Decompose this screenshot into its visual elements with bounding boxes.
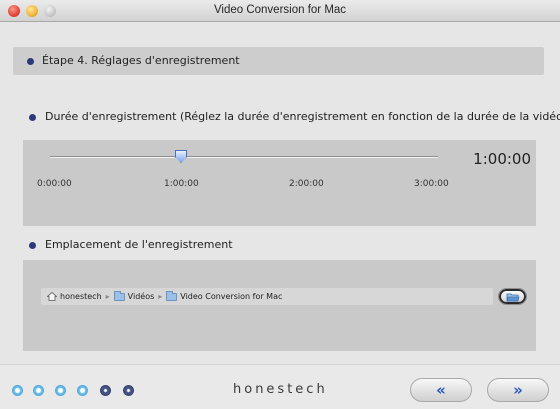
- duration-value: 1:00:00: [473, 150, 531, 168]
- path-separator: ▸: [158, 292, 163, 301]
- title-bar: Video Conversion for Mac: [0, 0, 560, 22]
- browse-button[interactable]: [498, 288, 527, 305]
- path-separator: ▸: [105, 292, 110, 301]
- back-button[interactable]: «: [410, 378, 472, 402]
- next-button[interactable]: »: [487, 378, 549, 402]
- bullet-icon: [29, 242, 36, 249]
- folder-icon: [166, 290, 178, 301]
- progress-step-dot: [55, 385, 66, 396]
- path-crumb-label: honestech: [60, 292, 102, 301]
- progress-step-dot: [12, 385, 23, 396]
- app-window: Video Conversion for Mac Étape 4. Réglag…: [0, 0, 560, 409]
- tick-label: 2:00:00: [289, 179, 324, 189]
- path-crumb-app[interactable]: Video Conversion for Mac: [166, 290, 283, 301]
- tick-label: 0:00:00: [37, 179, 72, 189]
- folder-icon: [113, 290, 125, 301]
- progress-step-dot: [100, 385, 111, 396]
- path-crumb-home[interactable]: honestech: [47, 292, 102, 301]
- step-title: Étape 4. Réglages d'enregistrement: [42, 54, 240, 67]
- footer: honestech « »: [0, 364, 560, 409]
- path-crumb-label: Video Conversion for Mac: [180, 292, 283, 301]
- path-crumb-videos[interactable]: Vidéos: [113, 290, 155, 301]
- window-title: Video Conversion for Mac: [213, 4, 347, 16]
- duration-label: Durée d'enregistrement (Réglez la durée …: [45, 110, 560, 123]
- browse-folder-icon: [506, 293, 519, 301]
- step-header: Étape 4. Réglages d'enregistrement: [13, 47, 544, 75]
- progress-step-dot: [33, 385, 44, 396]
- brand-logo: honestech: [233, 382, 328, 397]
- home-icon: [47, 292, 57, 301]
- progress-step-dot: [77, 385, 88, 396]
- path-crumb-label: Vidéos: [127, 292, 155, 301]
- progress-step-dot: [123, 385, 134, 396]
- bullet-icon: [29, 114, 36, 121]
- main-content: Étape 4. Réglages d'enregistrement Durée…: [0, 22, 560, 364]
- duration-panel: 0:00:00 1:00:00 2:00:00 3:00:00 1:00:00: [23, 140, 536, 226]
- bullet-icon: [27, 58, 34, 65]
- tick-label: 3:00:00: [414, 179, 449, 189]
- location-panel: honestech ▸ Vidéos ▸ Video Conversion fo…: [23, 260, 536, 351]
- tick-label: 1:00:00: [164, 179, 199, 189]
- path-bar[interactable]: honestech ▸ Vidéos ▸ Video Conversion fo…: [41, 288, 493, 305]
- duration-slider-knob[interactable]: [175, 150, 187, 163]
- location-label: Emplacement de l'enregistrement: [45, 238, 233, 251]
- duration-slider-track[interactable]: [50, 156, 438, 158]
